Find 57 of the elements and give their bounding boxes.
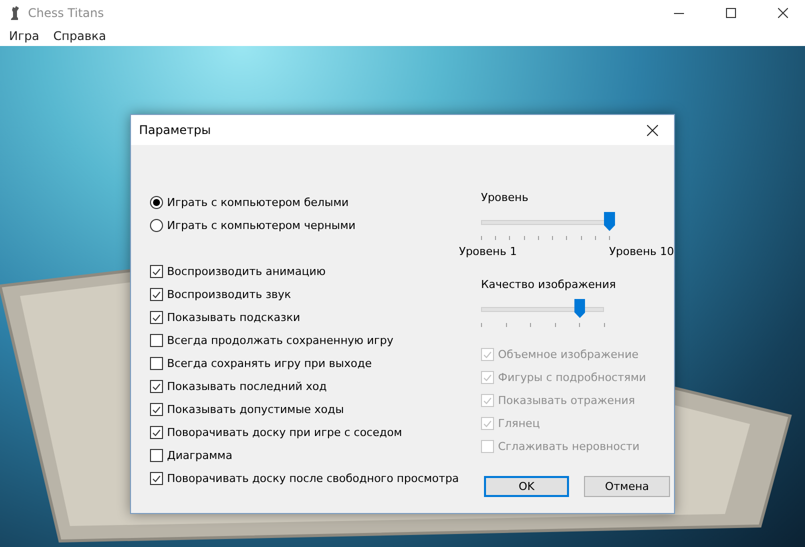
checkbox[interactable] xyxy=(150,380,163,393)
dialog-title: Параметры xyxy=(139,123,212,137)
checkbox[interactable] xyxy=(150,449,163,462)
slider-tick xyxy=(524,236,525,240)
slider-tick xyxy=(609,236,610,240)
minimize-icon xyxy=(674,12,684,14)
slider-thumb[interactable] xyxy=(604,212,615,231)
checkbox[interactable] xyxy=(150,472,163,485)
slider-tick xyxy=(580,236,582,240)
menu-item[interactable]: Игра xyxy=(4,29,44,43)
min-level-label: Уровень 1 xyxy=(459,245,517,258)
slider-tick xyxy=(566,236,568,240)
checkbox-option[interactable]: Всегда сохранять игру при выходе xyxy=(150,352,462,375)
checkbox-option[interactable]: Всегда продолжать сохраненную игру xyxy=(150,329,462,352)
radio-button[interactable] xyxy=(150,219,163,232)
close-icon xyxy=(646,124,658,136)
checkbox[interactable] xyxy=(150,357,163,370)
slider-tick xyxy=(530,323,532,327)
radio-button[interactable] xyxy=(150,196,163,209)
slider-tick xyxy=(481,236,482,240)
max-level-label: Уровень 10 xyxy=(609,245,674,258)
cancel-button[interactable]: Отмена xyxy=(584,476,670,497)
slider-tick xyxy=(604,323,605,327)
checkbox[interactable] xyxy=(150,311,163,324)
checkbox[interactable] xyxy=(150,288,163,301)
checkbox-option[interactable]: Воспроизводить анимацию xyxy=(150,260,462,283)
slider-thumb[interactable] xyxy=(574,299,586,318)
level-label: Уровень xyxy=(481,191,530,204)
checkbox-option[interactable]: Показывать подсказки xyxy=(150,306,462,329)
checkbox[interactable] xyxy=(150,426,163,439)
slider-tick xyxy=(506,323,507,327)
checkbox-option[interactable]: Воспроизводить звук xyxy=(150,283,462,306)
slider-tick xyxy=(552,236,554,240)
radio-option[interactable]: Играть с компьютером черными xyxy=(150,214,462,237)
window-title: Chess Titans xyxy=(28,6,105,20)
checkbox[interactable] xyxy=(150,334,163,347)
checkbox-option[interactable]: Поворачивать доску после свободного просмотра xyxy=(150,467,462,490)
checkbox-option[interactable]: Диаграмма xyxy=(150,444,462,467)
slider-tick xyxy=(495,236,496,240)
slider-tick xyxy=(481,323,482,327)
slider-tick xyxy=(509,236,510,240)
slider-tick xyxy=(594,236,596,240)
quality-label: Качество изображения xyxy=(481,278,617,291)
slider-tick xyxy=(579,323,580,327)
slider-tick xyxy=(554,323,556,327)
checkbox[interactable] xyxy=(150,403,163,416)
checkbox-option[interactable]: Показывать последний ход xyxy=(150,375,462,398)
radio-option[interactable]: Играть с компьютером белыми xyxy=(150,191,462,214)
checkbox-option[interactable]: Поворачивать доску при игре с соседом xyxy=(150,421,462,444)
checkbox-option[interactable]: Показывать допустимые ходы xyxy=(150,398,462,421)
chess-piece-icon xyxy=(8,5,20,21)
slider-tick xyxy=(538,236,539,240)
ok-button[interactable]: OK xyxy=(484,476,569,497)
close-icon xyxy=(778,8,788,18)
menu-item[interactable]: Справка xyxy=(48,29,112,43)
maximize-icon xyxy=(726,8,736,18)
checkbox[interactable] xyxy=(150,265,163,278)
